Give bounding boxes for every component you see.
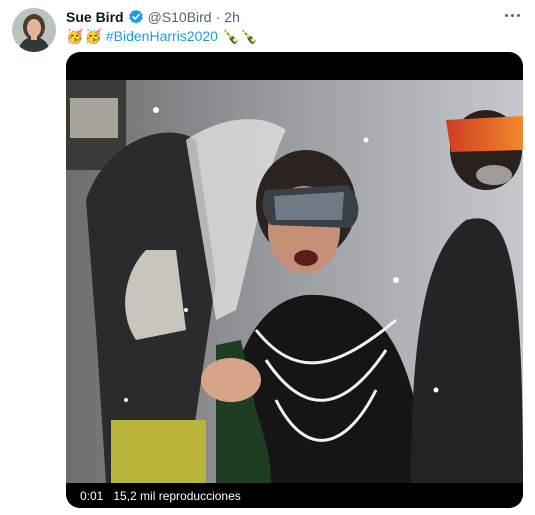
author-name[interactable]: Sue Bird [66,9,124,25]
video-view-count: 15,2 mil reproducciones [113,488,241,503]
avatar[interactable] [12,8,56,52]
champagne-emoji: 🍾 [221,28,240,44]
video-frame[interactable] [66,80,523,483]
tweet-card[interactable]: Sue Bird @S10Bird · 2h 🥳 🥳 #BidenHarris2… [0,0,535,515]
tweet-header: Sue Bird @S10Bird · 2h [66,8,240,26]
more-options-icon[interactable] [501,6,523,24]
tweet-timestamp[interactable]: 2h [224,9,240,25]
champagne-emoji: 🍾 [240,28,258,44]
partying-face-emoji: 🥳 [66,28,84,44]
verified-badge-icon [128,9,144,25]
video-elapsed-time: 0:01 [80,488,104,503]
hashtag-link[interactable]: #BidenHarris2020 [106,28,218,44]
video-controls-bar: 0:01 15,2 mil reproducciones [66,483,523,508]
separator-dot: · [215,9,221,25]
author-handle[interactable]: @S10Bird [148,9,212,25]
tweet-text: 🥳 🥳 #BidenHarris2020 🍾 🍾 [66,27,259,45]
partying-face-emoji: 🥳 [84,28,102,44]
video-player[interactable]: 0:01 15,2 mil reproducciones [66,52,523,508]
